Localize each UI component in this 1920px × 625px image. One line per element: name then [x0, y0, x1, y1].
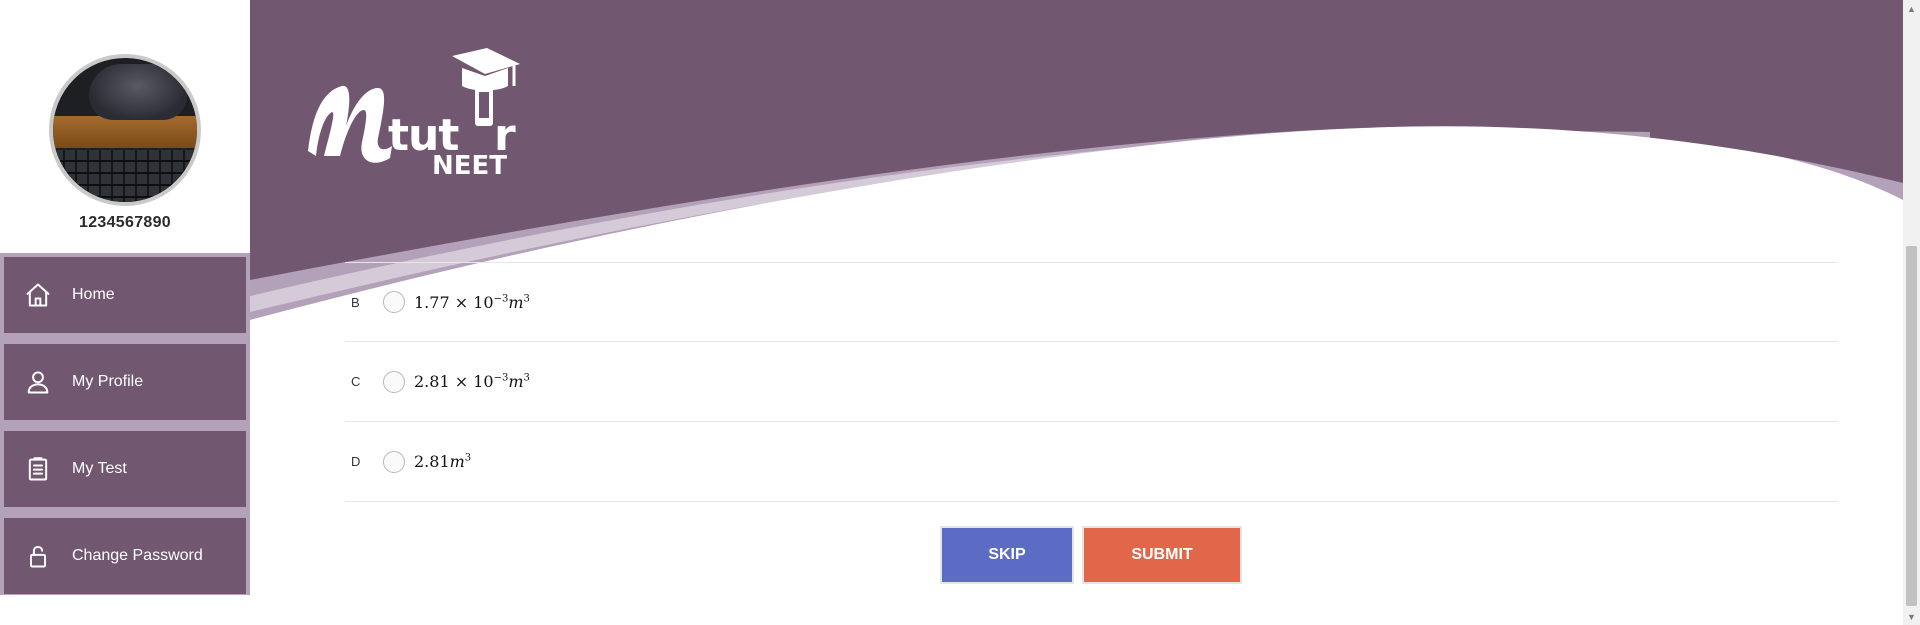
logo-sub: NEET	[432, 151, 507, 176]
option-text: 2.81m3	[414, 452, 472, 471]
sidebar-item-label: My Profile	[72, 373, 144, 390]
sidebar-item-home[interactable]: Home	[4, 257, 246, 333]
avatar-photo-desk	[53, 116, 197, 148]
user-id-label: 1234567890	[79, 214, 171, 231]
option-radio-b[interactable]	[383, 291, 405, 313]
sidebar: 1234567890 Home My Profile My Test Chang…	[0, 0, 250, 595]
option-radio-c[interactable]	[383, 370, 405, 393]
scroll-down-arrow-icon[interactable]: ▼	[1903, 608, 1920, 625]
answer-options-list: B 1.77 × 10−3m3 C 2.81 × 10−3m3 D 2.81m3	[345, 262, 1838, 502]
sidebar-item-label: Home	[72, 286, 115, 303]
option-letter: D	[351, 454, 361, 469]
sidebar-item-label: My Test	[72, 460, 127, 477]
skip-button[interactable]: SKIP	[940, 526, 1074, 584]
clipboard-icon	[22, 453, 54, 485]
scroll-up-arrow-icon[interactable]: ▲	[1903, 0, 1920, 17]
option-text: 2.81 × 10−3m3	[414, 372, 530, 391]
answer-option-b[interactable]: B 1.77 × 10−3m3	[345, 262, 1838, 342]
avatar[interactable]	[49, 54, 201, 206]
lock-icon	[22, 540, 54, 572]
home-icon	[22, 279, 54, 311]
option-letter: B	[351, 294, 360, 310]
user-icon	[22, 366, 54, 398]
option-radio-d[interactable]	[383, 450, 405, 473]
submit-button[interactable]: SUBMIT	[1082, 526, 1242, 584]
answer-option-d[interactable]: D 2.81m3	[345, 422, 1838, 502]
option-letter: C	[351, 374, 361, 389]
option-text: 1.77 × 10−3m3	[414, 292, 530, 312]
avatar-photo-headphones	[89, 64, 187, 120]
sidebar-menu: Home My Profile My Test Change Password	[0, 253, 250, 595]
sidebar-item-label: Change Password	[72, 547, 203, 564]
scrollbar-thumb[interactable]	[1906, 246, 1917, 606]
sidebar-item-change-password[interactable]: Change Password	[4, 518, 246, 594]
page-scrollbar[interactable]: ▲ ▼	[1903, 0, 1920, 625]
main-content: tut r NEET B 1.77 × 10−3m3 C 2.81 × 10−3…	[250, 0, 1903, 625]
answer-option-c[interactable]: C 2.81 × 10−3m3	[345, 342, 1838, 422]
sidebar-item-my-test[interactable]: My Test	[4, 431, 246, 507]
avatar-photo-keyboard	[53, 150, 197, 202]
question-actions: SKIP SUBMIT	[940, 526, 1242, 584]
mtutor-neet-logo: tut r NEET	[302, 46, 522, 181]
sidebar-item-my-profile[interactable]: My Profile	[4, 344, 246, 420]
